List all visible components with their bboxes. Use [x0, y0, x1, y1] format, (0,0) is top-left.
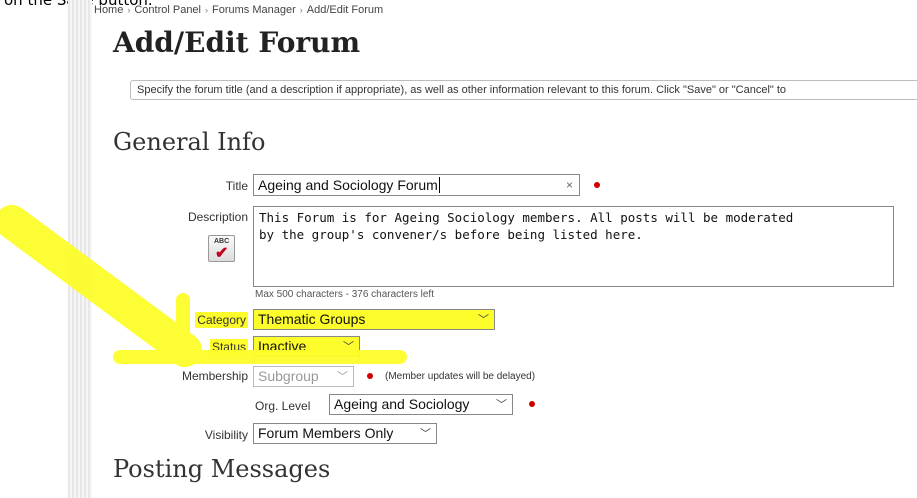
visibility-select[interactable]: Forum Members Only ﹀ [253, 423, 437, 444]
section-general-info: General Info [113, 128, 266, 156]
membership-note: (Member updates will be delayed) [385, 371, 536, 382]
description-label: Description [187, 210, 248, 224]
chevron-down-icon: ﹀ [343, 341, 354, 353]
required-dot-icon [594, 182, 600, 188]
chevron-down-icon: ﹀ [420, 428, 431, 440]
spellcheck-icon[interactable]: ABC ✔ [208, 235, 235, 262]
status-label: Status [209, 339, 248, 355]
breadcrumb: Home › Control Panel › Forums Manager › Add/Ed… [94, 4, 383, 18]
category-select[interactable]: Thematic Groups ﹀ [253, 309, 495, 330]
org-level-select[interactable]: Ageing and Sociology ﹀ [329, 394, 513, 415]
title-input[interactable]: Ageing and Sociology Forum × [253, 174, 580, 196]
breadcrumb-home[interactable]: Home [94, 4, 123, 16]
text-cursor [438, 177, 440, 193]
chevron-down-icon: ﹀ [478, 314, 489, 326]
description-textarea[interactable]: This Forum is for Ageing Sociology membe… [253, 206, 894, 287]
membership-select-value: Subgroup [258, 368, 319, 384]
breadcrumb-current: Add/Edit Forum [306, 4, 384, 16]
membership-label: Membership [181, 369, 248, 383]
left-sidebar-strip [68, 0, 92, 498]
required-dot-icon [367, 373, 373, 379]
status-select-value: Inactive [258, 338, 307, 354]
clear-icon[interactable]: × [566, 175, 573, 195]
membership-select: Subgroup ﹀ [253, 366, 354, 387]
org-level-select-value: Ageing and Sociology [334, 396, 470, 412]
page-title: Add/Edit Forum [113, 26, 361, 59]
breadcrumb-control-panel[interactable]: Control Panel [134, 4, 201, 16]
breadcrumb-separator: › [205, 5, 208, 15]
required-dot-icon [529, 401, 535, 407]
org-level-label: Org. Level [255, 399, 311, 413]
visibility-label: Visibility [204, 428, 248, 442]
status-select[interactable]: Inactive ﹀ [253, 336, 360, 357]
chevron-down-icon: ﹀ [496, 399, 507, 411]
breadcrumb-separator: › [127, 5, 131, 15]
chevron-down-icon: ﹀ [337, 371, 348, 383]
category-select-value: Thematic Groups [258, 311, 366, 327]
category-label: Category [195, 312, 248, 328]
visibility-select-value: Forum Members Only [258, 425, 394, 441]
title-label: Title [225, 179, 248, 193]
title-input-value: Ageing and Sociology Forum [258, 177, 438, 193]
breadcrumb-separator: › [299, 5, 303, 15]
breadcrumb-forums-manager[interactable]: Forums Manager [212, 4, 296, 16]
instructions-box: Specify the forum title (and a descripti… [130, 80, 917, 100]
section-posting-messages: Posting Messages [113, 455, 331, 483]
character-count-hint: Max 500 characters - 376 characters left [255, 289, 434, 300]
